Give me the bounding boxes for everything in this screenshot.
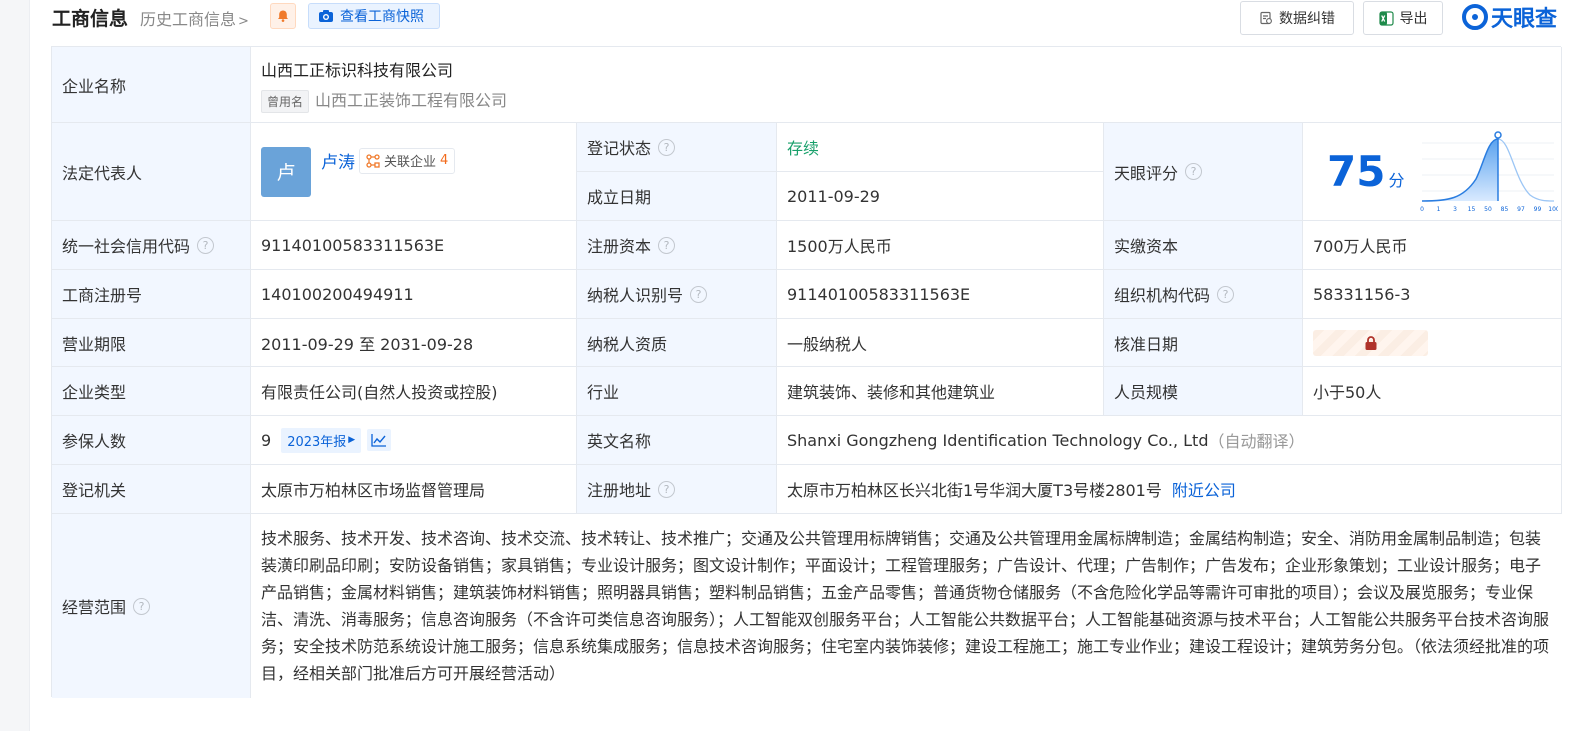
- avatar[interactable]: 卢: [261, 146, 311, 197]
- help-icon[interactable]: ?: [133, 597, 151, 615]
- view-snapshot-button[interactable]: 查看工商快照: [308, 3, 440, 29]
- label-credit-code: 统一社会信用代码?: [52, 221, 251, 270]
- locked-value[interactable]: [1313, 329, 1428, 356]
- label-taxpayer-qual: 纳税人资质: [577, 319, 777, 367]
- document-edit-icon: [1260, 11, 1272, 25]
- business-term-value: 2011-09-29 至 2031-09-28: [251, 319, 577, 367]
- history-link[interactable]: 历史工商信息 >: [140, 6, 249, 30]
- tianyancha-logo: 天眼查: [1462, 2, 1557, 32]
- left-scroll-gutter: [0, 0, 30, 731]
- reg-address-value: 太原市万柏林区长兴北街1号华润大厦T3号楼2801号: [787, 481, 1162, 500]
- label-reg-authority: 登记机关: [52, 465, 251, 514]
- label-paid-capital: 实缴资本: [1104, 221, 1303, 270]
- insured-count-value: 9: [261, 430, 272, 450]
- caret-right-icon: ▶: [348, 435, 356, 445]
- trend-chart-icon[interactable]: [367, 429, 392, 451]
- label-business-scope: 经营范围?: [52, 514, 251, 698]
- label-tianyan-score: 天眼评分?: [1104, 123, 1303, 221]
- bell-icon[interactable]: [270, 3, 296, 29]
- label-established: 成立日期: [577, 172, 777, 221]
- label-approval-date: 核准日期: [1104, 319, 1303, 367]
- auto-translate-note: （自动翻译）: [1208, 432, 1305, 451]
- english-name-value: Shanxi Gongzheng Identification Technolo…: [787, 430, 1209, 450]
- score-number: 75: [1327, 147, 1386, 196]
- reg-status-value: 存续: [777, 123, 1104, 172]
- score-tick-label: 0: [1421, 206, 1425, 213]
- score-tick-label: 97: [1518, 206, 1526, 213]
- help-icon[interactable]: ?: [1185, 163, 1203, 180]
- established-value: 2011-09-29: [777, 172, 1104, 221]
- company-type-value: 有限责任公司(自然人投资或控股): [251, 367, 577, 416]
- section-title: 工商信息: [52, 8, 129, 30]
- score-unit: 分: [1388, 170, 1405, 190]
- score-distribution-chart: 0 1 3 15 50 85 97 99 100: [1421, 130, 1559, 213]
- company-name: 山西工正标识科技有限公司: [261, 60, 454, 80]
- business-reg-no-value: 140100200494911: [251, 270, 577, 319]
- score-tick-label: 3: [1454, 206, 1458, 213]
- reg-capital-value: 1500万人民币: [777, 221, 1104, 270]
- score-tick-label: 100: [1549, 206, 1559, 213]
- paid-capital-value: 700万人民币: [1303, 221, 1562, 270]
- label-company-type: 企业类型: [52, 367, 251, 416]
- export-button[interactable]: 导出: [1363, 1, 1443, 35]
- legal-rep-cell: 卢 卢涛 关联企业 4: [251, 123, 577, 221]
- former-name-row: 曾用名 山西工正装饰工程有限公司: [261, 87, 507, 113]
- legal-rep-name[interactable]: 卢涛: [321, 148, 355, 173]
- label-legal-rep: 法定代表人: [52, 123, 251, 221]
- related-companies-button[interactable]: 关联企业 4: [359, 147, 456, 174]
- chevron-right-icon: >: [238, 14, 249, 29]
- status-badge: 存续: [787, 139, 820, 158]
- annual-report-link[interactable]: 2023年报 ▶: [281, 427, 362, 453]
- label-staff-size: 人员规模: [1104, 367, 1303, 416]
- help-icon[interactable]: ?: [1217, 285, 1235, 303]
- lock-icon: [1365, 335, 1376, 350]
- staff-size-value: 小于50人: [1303, 367, 1562, 416]
- business-info-table: 企业名称 山西工正标识科技有限公司 曾用名 山西工正装饰工程有限公司 法定代表人 …: [51, 46, 1562, 698]
- label-org-code: 组织机构代码?: [1104, 270, 1303, 319]
- label-english-name: 英文名称: [577, 416, 777, 465]
- credit-code-value: 91140100583311563E: [251, 221, 577, 270]
- score-tick-label: 15: [1468, 206, 1476, 213]
- approval-date-cell: [1303, 319, 1562, 367]
- label-reg-status: 登记状态?: [577, 123, 777, 172]
- section-header: 工商信息 历史工商信息 > 查看工商快照 数据纠错 导出 天眼查: [52, 0, 1562, 36]
- former-name: 山西工正装饰工程有限公司: [315, 90, 508, 110]
- label-business-reg-no: 工商注册号: [52, 270, 251, 319]
- tianyan-score-cell[interactable]: 75 分 0 1 3 15 50 85 97 99 100: [1303, 123, 1562, 221]
- former-name-tag: 曾用名: [261, 89, 310, 113]
- company-name-cell: 山西工正标识科技有限公司 曾用名 山西工正装饰工程有限公司: [251, 47, 1562, 123]
- nearby-companies-link[interactable]: 附近公司: [1172, 477, 1236, 501]
- taxpayer-id-value: 91140100583311563E: [777, 270, 1104, 319]
- help-icon[interactable]: ?: [658, 236, 676, 254]
- logo-mark-icon: [1462, 4, 1488, 30]
- network-icon: [366, 153, 380, 168]
- related-count: 4: [440, 153, 449, 168]
- label-company-name: 企业名称: [52, 47, 251, 123]
- reg-address-cell: 太原市万柏林区长兴北街1号华润大厦T3号楼2801号 附近公司: [777, 465, 1562, 514]
- label-insured-count: 参保人数: [52, 416, 251, 465]
- taxpayer-qual-value: 一般纳税人: [777, 319, 1104, 367]
- camera-icon: [319, 10, 333, 22]
- industry-value: 建筑装饰、装修和其他建筑业: [777, 367, 1104, 416]
- help-icon[interactable]: ?: [658, 480, 676, 498]
- org-code-value: 58331156-3: [1303, 270, 1562, 319]
- label-taxpayer-id: 纳税人识别号?: [577, 270, 777, 319]
- data-correction-button[interactable]: 数据纠错: [1240, 1, 1354, 35]
- label-reg-address: 注册地址?: [577, 465, 777, 514]
- score-tick-label: 50: [1485, 206, 1493, 213]
- label-business-term: 营业期限: [52, 319, 251, 367]
- label-reg-capital: 注册资本?: [577, 221, 777, 270]
- score-tick-label: 99: [1534, 206, 1542, 213]
- score-tick-label: 85: [1501, 206, 1509, 213]
- insured-count-cell: 9 2023年报 ▶: [251, 416, 577, 465]
- help-icon[interactable]: ?: [690, 285, 708, 303]
- help-icon[interactable]: ?: [197, 236, 215, 254]
- excel-icon: [1378, 10, 1394, 26]
- score-tick-label: 1: [1437, 206, 1441, 213]
- reg-authority-value: 太原市万柏林区市场监督管理局: [251, 465, 577, 514]
- english-name-cell: Shanxi Gongzheng Identification Technolo…: [777, 416, 1562, 465]
- business-scope-value: 技术服务、技术开发、技术咨询、技术交流、技术转让、技术推广；交通及公共管理用标牌…: [251, 514, 1562, 698]
- label-industry: 行业: [577, 367, 777, 416]
- help-icon[interactable]: ?: [658, 138, 676, 156]
